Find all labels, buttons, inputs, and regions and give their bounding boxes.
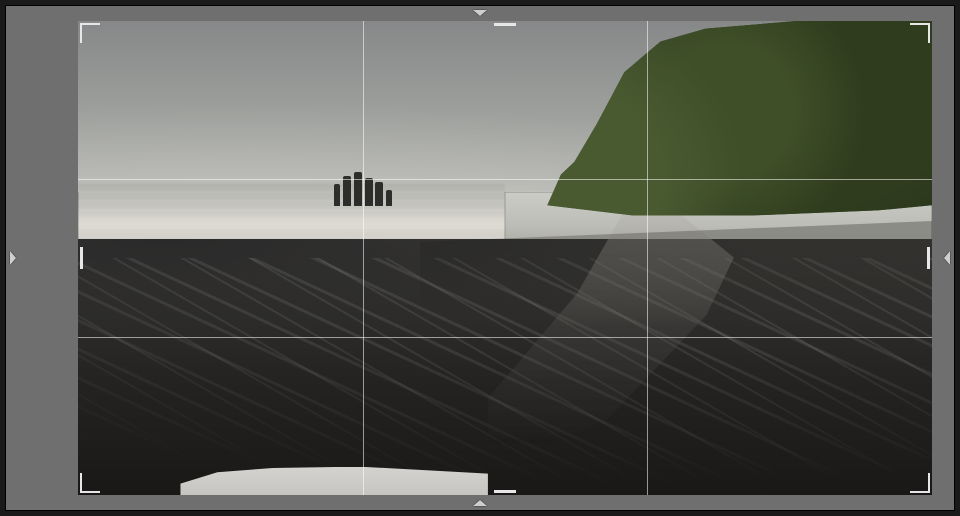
crop-handle-top-left[interactable] [80,23,100,43]
crop-edge-arrow-right-icon[interactable] [944,251,950,265]
photo-sea-stacks [334,166,414,206]
crop-handle-bottom-right[interactable] [910,473,930,493]
crop-edge-arrow-bottom-icon[interactable] [473,500,487,506]
crop-handle-top-right[interactable] [910,23,930,43]
crop-handle-bottom[interactable] [494,490,516,493]
crop-handle-top[interactable] [494,23,516,26]
crop-edge-arrow-top-icon[interactable] [473,10,487,16]
image-stage[interactable] [78,21,932,495]
editor-canvas-matte [5,5,955,511]
crop-edge-arrow-left-icon[interactable] [10,251,16,265]
crop-handle-right[interactable] [927,247,930,269]
crop-handle-left[interactable] [80,247,83,269]
crop-handle-bottom-left[interactable] [80,473,100,493]
